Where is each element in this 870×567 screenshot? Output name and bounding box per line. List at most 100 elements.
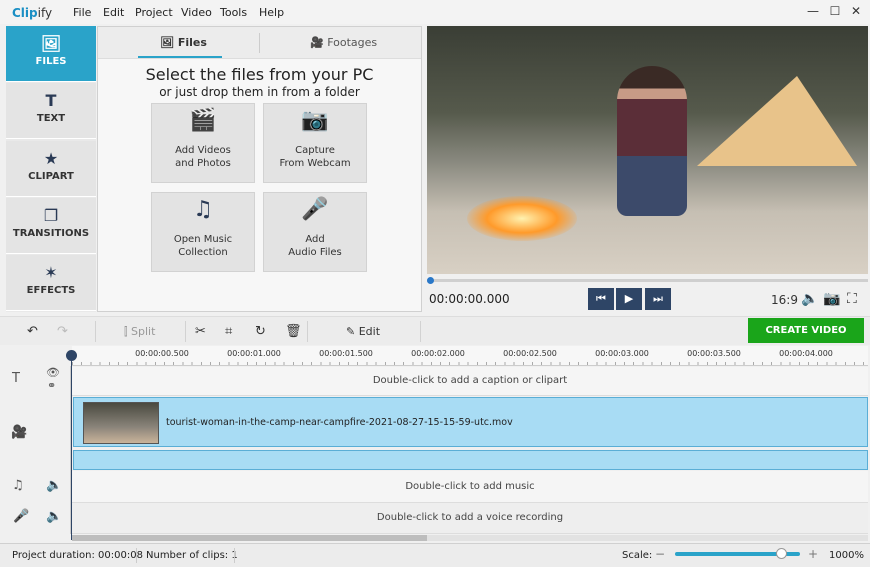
tile-label: Add Videos bbox=[175, 145, 231, 156]
panel-heading: Select the files from your PC bbox=[145, 65, 374, 84]
preview-campfire bbox=[467, 196, 577, 241]
project-duration: Project duration: 00:00:08 bbox=[12, 550, 143, 561]
add-videos-photos-button[interactable]: 🎬 Add Videos and Photos bbox=[151, 103, 255, 183]
snapshot-icon[interactable]: 📷 bbox=[823, 291, 840, 307]
sidebar-item-clipart[interactable]: ★ CLIPART bbox=[6, 141, 96, 197]
zoom-out-button[interactable]: − bbox=[655, 547, 665, 561]
voice-track[interactable]: Double-click to add a voice recording bbox=[72, 503, 868, 534]
music-track-icon: ♫ bbox=[12, 478, 24, 493]
film-icon: 🎬 bbox=[189, 108, 217, 133]
tab-divider bbox=[259, 33, 260, 53]
files-panel: 🖼 Files 🎥 Footages Select the files from… bbox=[97, 26, 422, 312]
transitions-icon: ❐ bbox=[43, 206, 59, 225]
seek-handle[interactable] bbox=[427, 277, 434, 284]
minimize-button[interactable]: — bbox=[806, 4, 820, 18]
ruler-tick-label: 00:00:04.000 bbox=[779, 349, 833, 358]
divider bbox=[420, 321, 421, 342]
menu-file[interactable]: File bbox=[73, 6, 91, 19]
text-icon: T bbox=[45, 91, 57, 110]
menu-help[interactable]: Help bbox=[259, 6, 284, 19]
cut-button[interactable]: ✂ bbox=[195, 324, 206, 339]
divider bbox=[234, 548, 235, 563]
split-label: Split bbox=[131, 325, 156, 338]
clip-thumbnail bbox=[83, 402, 159, 444]
edit-label: Edit bbox=[358, 325, 381, 338]
divider bbox=[95, 321, 96, 342]
split-button[interactable]: ⫿ Split bbox=[124, 325, 155, 339]
caption-track[interactable]: Double-click to add a caption or clipart bbox=[72, 367, 868, 396]
tile-label: Collection bbox=[178, 247, 228, 258]
menu-edit[interactable]: Edit bbox=[103, 6, 124, 19]
zoom-value: 1000% bbox=[829, 550, 864, 561]
tab-footages[interactable]: 🎥 Footages bbox=[310, 36, 377, 49]
sidebar-item-files[interactable]: 🖼 FILES bbox=[6, 26, 96, 82]
tab-files[interactable]: 🖼 Files bbox=[160, 36, 207, 49]
scrollbar-thumb[interactable] bbox=[72, 535, 427, 541]
tab-label: Files bbox=[177, 36, 207, 49]
voice-volume-icon[interactable]: 🔈 bbox=[46, 509, 62, 524]
tile-label: and Photos bbox=[175, 158, 231, 169]
music-volume-icon[interactable]: 🔈 bbox=[46, 478, 62, 493]
music-track[interactable]: Double-click to add music bbox=[72, 471, 868, 503]
divider bbox=[185, 321, 186, 342]
create-video-button[interactable]: CREATE VIDEO bbox=[748, 318, 864, 343]
eye-icon[interactable]: 👁 bbox=[46, 366, 60, 379]
panel-tabs: 🖼 Files 🎥 Footages bbox=[98, 27, 421, 59]
rotate-button[interactable]: ↻ bbox=[255, 324, 266, 339]
sidebar-item-transitions[interactable]: ❐ TRANSITIONS bbox=[6, 198, 96, 254]
clip-filename: tourist-woman-in-the-camp-near-campfire-… bbox=[166, 417, 513, 428]
microphone-icon: 🎤 bbox=[301, 197, 329, 222]
open-music-collection-button[interactable]: ♫ Open Music Collection bbox=[151, 192, 255, 272]
link-icon[interactable]: ⚭ bbox=[47, 379, 56, 392]
zoom-in-button[interactable]: + bbox=[808, 547, 818, 561]
playhead-line bbox=[71, 360, 72, 540]
tile-label: Capture bbox=[295, 145, 335, 156]
active-tab-indicator bbox=[138, 56, 222, 58]
add-audio-files-button[interactable]: 🎤 Add Audio Files bbox=[263, 192, 367, 272]
aspect-ratio-button[interactable]: 16:9 bbox=[771, 293, 798, 307]
maximize-button[interactable]: ☐ bbox=[828, 4, 842, 18]
undo-button[interactable]: ↶ bbox=[27, 324, 38, 339]
sidebar-item-text[interactable]: T TEXT bbox=[6, 83, 96, 139]
ruler-tick-label: 00:00:00.500 bbox=[135, 349, 189, 358]
video-preview[interactable] bbox=[427, 26, 868, 274]
seek-bar[interactable] bbox=[427, 279, 868, 282]
video-clip[interactable]: tourist-woman-in-the-camp-near-campfire-… bbox=[73, 397, 868, 447]
music-notes-icon: ♫ bbox=[193, 197, 213, 222]
ruler-tick-label: 00:00:01.500 bbox=[319, 349, 373, 358]
sidebar-label: TEXT bbox=[36, 113, 66, 124]
timecode: 00:00:00.000 bbox=[429, 292, 510, 306]
play-button[interactable]: ▶ bbox=[616, 288, 642, 310]
redo-button[interactable]: ↷ bbox=[57, 324, 68, 339]
edit-button[interactable]: ✎ Edit bbox=[346, 325, 380, 338]
ruler-tick-label: 00:00:02.000 bbox=[411, 349, 465, 358]
tile-label: Audio Files bbox=[288, 247, 342, 258]
clip-audio-strip[interactable] bbox=[73, 450, 868, 470]
tile-label: Open Music bbox=[173, 234, 233, 245]
ruler-tick-label: 00:00:03.500 bbox=[687, 349, 741, 358]
ruler-tick-label: 00:00:03.000 bbox=[595, 349, 649, 358]
sidebar-item-effects[interactable]: ✶ EFFECTS bbox=[6, 255, 96, 311]
video-camera-icon: 🎥 bbox=[11, 425, 28, 440]
previous-button[interactable]: ⏮ bbox=[588, 288, 614, 310]
capture-webcam-button[interactable]: 📷 Capture From Webcam bbox=[263, 103, 367, 183]
timeline-ruler[interactable]: 00:00:00.500 00:00:01.000 00:00:01.500 0… bbox=[72, 346, 868, 366]
next-button[interactable]: ⏭ bbox=[645, 288, 671, 310]
divider bbox=[136, 548, 137, 563]
menu-video[interactable]: Video bbox=[181, 6, 212, 19]
title-bar: Clipify File Edit Project Video Tools He… bbox=[0, 0, 870, 24]
sidebar-label: TRANSITIONS bbox=[12, 228, 90, 239]
ruler-tick-label: 00:00:02.500 bbox=[503, 349, 557, 358]
star-icon: ★ bbox=[43, 149, 59, 168]
sidebar: 🖼 FILES T TEXT ★ CLIPART ❐ TRANSITIONS ✶ EFFE… bbox=[6, 26, 96, 312]
sidebar-label: EFFECTS bbox=[26, 285, 76, 296]
fullscreen-icon[interactable]: ⛶ bbox=[847, 291, 857, 307]
crop-button[interactable]: ⌗ bbox=[225, 324, 232, 339]
menu-tools[interactable]: Tools bbox=[220, 6, 247, 19]
menu-project[interactable]: Project bbox=[135, 6, 173, 19]
delete-button[interactable]: 🗑 bbox=[285, 324, 302, 339]
volume-icon[interactable]: 🔈 bbox=[801, 291, 818, 307]
tile-label: From Webcam bbox=[279, 158, 351, 169]
app-logo: Clipify bbox=[12, 6, 53, 20]
close-button[interactable]: ✕ bbox=[849, 4, 863, 18]
